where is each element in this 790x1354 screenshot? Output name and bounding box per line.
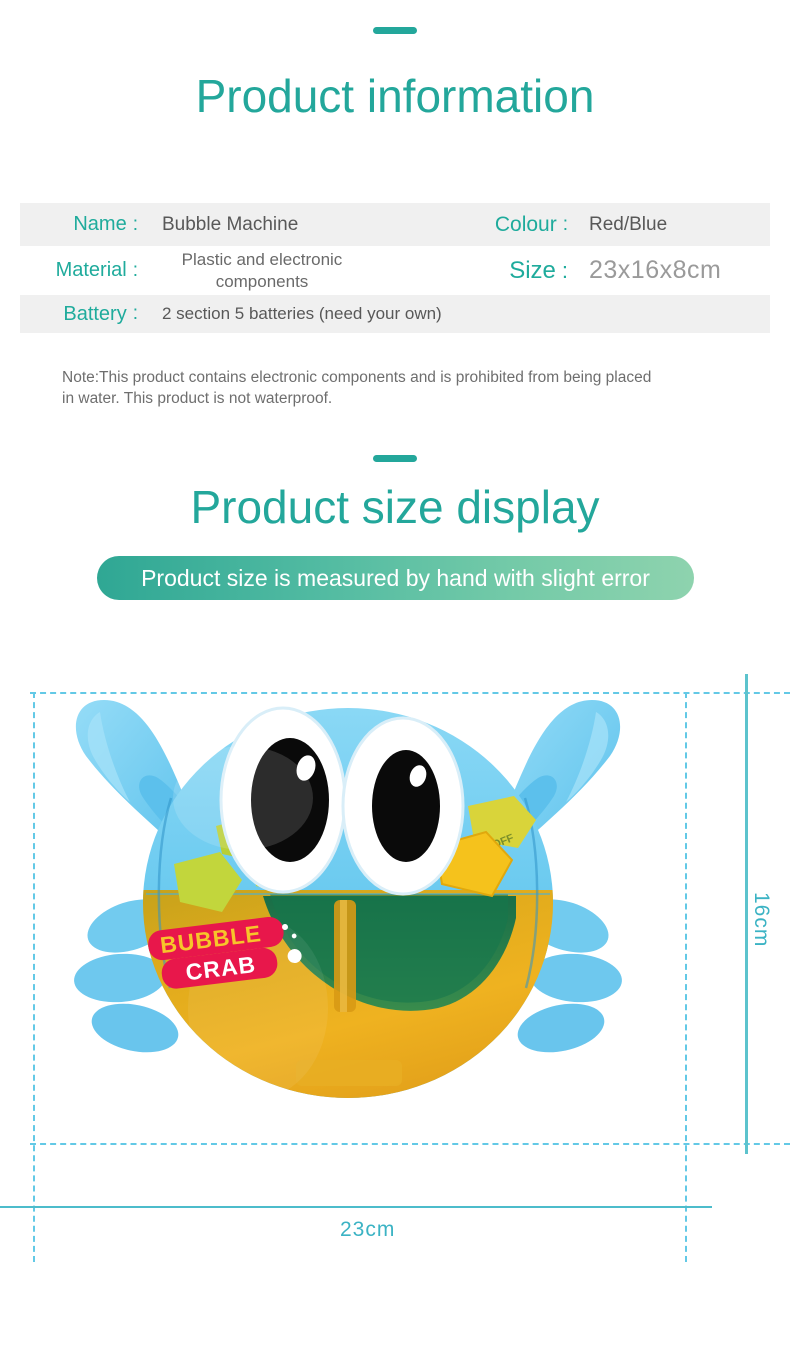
size-diagram: 16cm 23cm BUBBLE CRAB [0, 660, 790, 1262]
height-dimension-label: 16cm [750, 892, 773, 948]
spec-colour-label-cell: Colour : [430, 213, 575, 237]
product-information-page: Product information Name : Bubble Machin… [0, 0, 790, 1354]
page-title-product-size-display: Product size display [190, 481, 600, 533]
product-image-bubble-crab: ON/OFF [38, 678, 658, 1118]
spec-material-label: Material [55, 259, 127, 281]
spec-size-label: Size [509, 256, 556, 284]
spec-colour-value-cell: Red/Blue [575, 214, 765, 236]
crab-bubble-tank [143, 890, 553, 1098]
spec-battery-value: 2 section 5 batteries (need your own) [162, 304, 442, 323]
size-display-heading-dash-wrap [0, 455, 790, 462]
product-info-heading-dash-wrap [0, 27, 790, 34]
spec-material-value-cell: Plastic and electronic components [145, 249, 430, 292]
guide-line-bottom [30, 1143, 790, 1145]
spec-name-value: Bubble Machine [162, 213, 299, 235]
spec-size-value: 23x16x8cm [589, 256, 722, 284]
table-row: Battery : 2 section 5 batteries (need yo… [20, 295, 770, 333]
product-note: Note:This product contains electronic co… [62, 369, 652, 407]
spec-size-label-cell: Size : [430, 257, 575, 285]
crab-illustration: ON/OFF [74, 700, 622, 1098]
spec-colour-colon: : [562, 213, 568, 235]
table-row: Material : Plastic and electronic compon… [20, 246, 770, 295]
table-row: Name : Bubble Machine Colour : Red/Blue [20, 203, 770, 246]
spec-battery-colon: : [132, 303, 138, 324]
heading-dash-icon [373, 27, 417, 34]
height-axis-line [745, 674, 748, 1154]
spec-battery-value-cell: 2 section 5 batteries (need your own) [145, 304, 770, 324]
page-title-product-information: Product information [195, 70, 595, 122]
spec-table: Name : Bubble Machine Colour : Red/Blue … [20, 203, 770, 333]
spec-material-label-cell: Material : [20, 259, 145, 282]
spec-size-value-cell: 23x16x8cm [575, 256, 765, 285]
guide-line-left [33, 692, 35, 1262]
spec-name-label: Name [73, 213, 127, 235]
spec-name-label-cell: Name : [20, 213, 145, 236]
spec-material-colon: : [132, 259, 138, 281]
spec-battery-label: Battery [63, 302, 127, 325]
spec-name-value-cell: Bubble Machine [145, 214, 430, 236]
size-disclaimer-banner: Product size is measured by hand with sl… [97, 556, 694, 600]
guide-line-right [685, 692, 687, 1262]
size-disclaimer-text: Product size is measured by hand with sl… [141, 564, 650, 591]
spec-name-colon: : [132, 213, 138, 235]
spec-material-value: Plastic and electronic components [181, 250, 343, 291]
spec-colour-label: Colour [494, 212, 557, 236]
spec-battery-label-cell: Battery : [20, 303, 145, 326]
spec-colour-value: Red/Blue [589, 213, 668, 235]
width-axis-line [0, 1206, 712, 1208]
heading-dash-icon-2 [373, 455, 417, 462]
spec-size-colon: : [561, 257, 568, 283]
width-dimension-label: 23cm [340, 1218, 396, 1241]
